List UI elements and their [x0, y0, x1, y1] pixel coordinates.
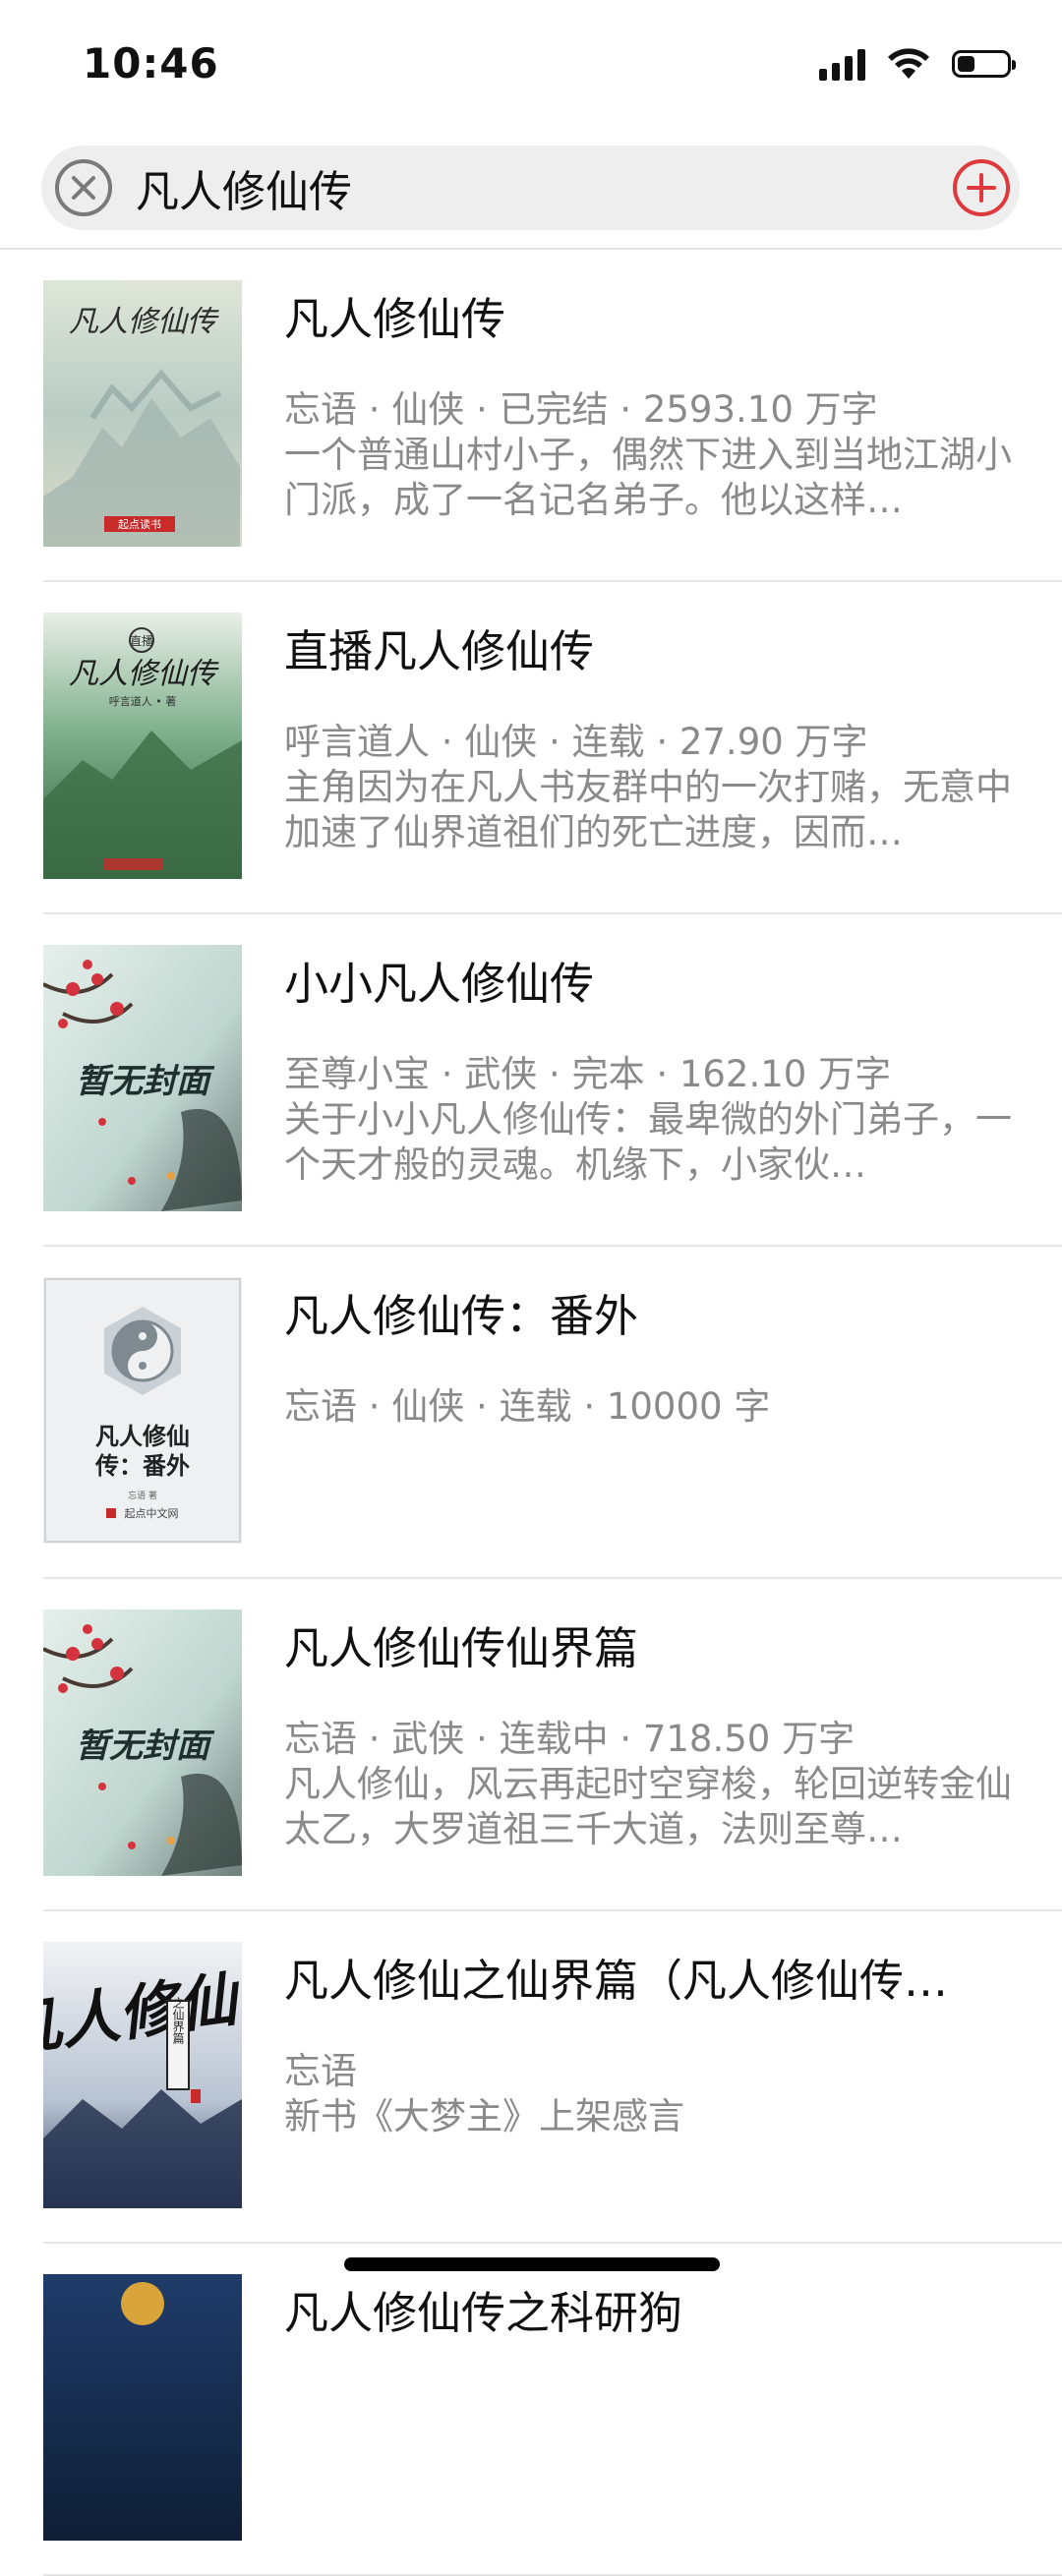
book-description: 新书《大梦主》上架感言: [284, 2095, 684, 2137]
list-item[interactable]: 起点读书 凡人修仙传 凡人修仙传 忘语 · 仙侠 · 已完结 · 2593.10…: [0, 250, 1062, 582]
book-meta: 忘语 · 仙侠 · 已完结 · 2593.10 万字: [284, 388, 878, 431]
cover-title: 暂无封面: [76, 1727, 215, 1766]
book-title: 直播凡人修仙传: [284, 625, 595, 677]
book-meta: 呼言道人 · 仙侠 · 连载 · 27.90 万字: [284, 721, 868, 763]
list-item[interactable]: 暂无封面 凡人修仙传仙界篇 忘语 · 武侠 · 连载中 · 718.50 万字 …: [0, 1579, 1062, 1911]
book-cover[interactable]: 暂无封面: [43, 945, 242, 1211]
cover-author: 忘语 著: [128, 1490, 157, 1501]
book-cover[interactable]: 起点读书 凡人修仙传: [43, 280, 242, 547]
book-meta: 忘语 · 武侠 · 连载中 · 718.50 万字: [284, 1718, 856, 1760]
book-description: 关于小小凡人修仙传：最卑微的外门弟子，一个天才般的灵魂。机缘下，小家伙…: [284, 1098, 1012, 1186]
book-cover-image: 起点读书 凡人修仙传: [43, 280, 242, 547]
list-item[interactable]: 凡人修仙 之仙界篇 凡人修仙之仙界篇（凡人修仙传… 忘语 新书《大梦主》上架感言: [0, 1911, 1062, 2244]
clear-search-icon[interactable]: [53, 157, 114, 218]
book-title: 凡人修仙传之科研狗: [284, 2287, 683, 2339]
book-cover-image: 凡人修仙 传：番外 忘语 著 起点中文网: [43, 1277, 242, 1544]
cover-badge: 直播: [130, 634, 153, 648]
wifi-icon: [888, 48, 929, 79]
book-meta: 忘语: [284, 2050, 357, 2092]
home-indicator: [344, 2257, 720, 2271]
search-bar: [41, 146, 1020, 230]
book-title: 凡人修仙传: [284, 293, 506, 345]
book-description: 一个普通山村小子，偶然下进入到当地江湖小门派，成了一名记名弟子。他以这样…: [284, 434, 1012, 521]
cover-publisher: 起点读书: [118, 517, 161, 531]
cover-title: 凡人修仙传: [69, 657, 219, 691]
book-cover[interactable]: [43, 2274, 242, 2541]
book-cover-image: 直播 凡人修仙传 呼言道人 • 著: [43, 613, 242, 879]
book-cover[interactable]: 直播 凡人修仙传 呼言道人 • 著: [43, 613, 242, 879]
cover-publisher: 起点中文网: [125, 1506, 179, 1520]
book-cover-image: 暂无封面: [43, 1610, 242, 1876]
book-title: 小小凡人修仙传: [284, 958, 595, 1010]
add-circle-icon[interactable]: [951, 157, 1012, 218]
book-title: 凡人修仙传：番外: [284, 1290, 639, 1342]
book-description: 主角因为在凡人书友群中的一次打赌，无意中加速了仙界道祖们的死亡进度，因而…: [284, 766, 1012, 853]
book-description: 凡人修仙，风云再起时空穿梭，轮回逆转金仙太乙，大罗道祖三千大道，法则至尊…: [284, 1763, 1012, 1850]
book-cover-image: [43, 2274, 242, 2541]
cover-subtitle: 之仙界篇: [171, 1997, 185, 2044]
book-title: 凡人修仙之仙界篇（凡人修仙传…: [284, 1955, 949, 2007]
battery-icon: [952, 50, 1016, 78]
cover-title: 凡人修仙传: [69, 305, 219, 339]
list-item[interactable]: 直播 凡人修仙传 呼言道人 • 著 直播凡人修仙传 呼言道人 · 仙侠 · 连载…: [0, 582, 1062, 914]
list-item[interactable]: 暂无封面 小小凡人修仙传 至尊小宝 · 武侠 · 完本 · 162.10 万字 …: [0, 914, 1062, 1247]
cover-title-line2: 传：番外: [94, 1451, 190, 1480]
search-results-list: 起点读书 凡人修仙传 凡人修仙传 忘语 · 仙侠 · 已完结 · 2593.10…: [0, 250, 1062, 2576]
book-title: 凡人修仙传仙界篇: [284, 1622, 639, 1674]
book-meta: 忘语 · 仙侠 · 连载 · 10000 字: [284, 1385, 771, 1428]
cellular-signal-icon: [819, 47, 865, 81]
book-cover-image: 暂无封面: [43, 945, 242, 1211]
status-time: 10:46: [83, 39, 219, 88]
status-bar: 10:46: [0, 0, 1062, 128]
book-cover-image: 凡人修仙 之仙界篇: [43, 1942, 242, 2208]
cover-title-line1: 凡人修仙: [95, 1422, 190, 1450]
list-item[interactable]: 凡人修仙传之科研狗: [0, 2244, 1062, 2576]
cover-title: 暂无封面: [76, 1062, 215, 1101]
book-cover[interactable]: 凡人修仙 之仙界篇: [43, 1942, 242, 2208]
book-cover[interactable]: 凡人修仙 传：番外 忘语 著 起点中文网: [43, 1277, 242, 1544]
list-item[interactable]: 凡人修仙 传：番外 忘语 著 起点中文网 凡人修仙传：番外 忘语 · 仙侠 · …: [0, 1247, 1062, 1579]
status-icons: [819, 47, 1016, 81]
battery-level: [958, 56, 974, 72]
search-input[interactable]: [136, 155, 922, 220]
cover-author: 呼言道人 • 著: [109, 694, 176, 708]
book-cover[interactable]: 暂无封面: [43, 1610, 242, 1876]
book-meta: 至尊小宝 · 武侠 · 完本 · 162.10 万字: [284, 1053, 892, 1095]
